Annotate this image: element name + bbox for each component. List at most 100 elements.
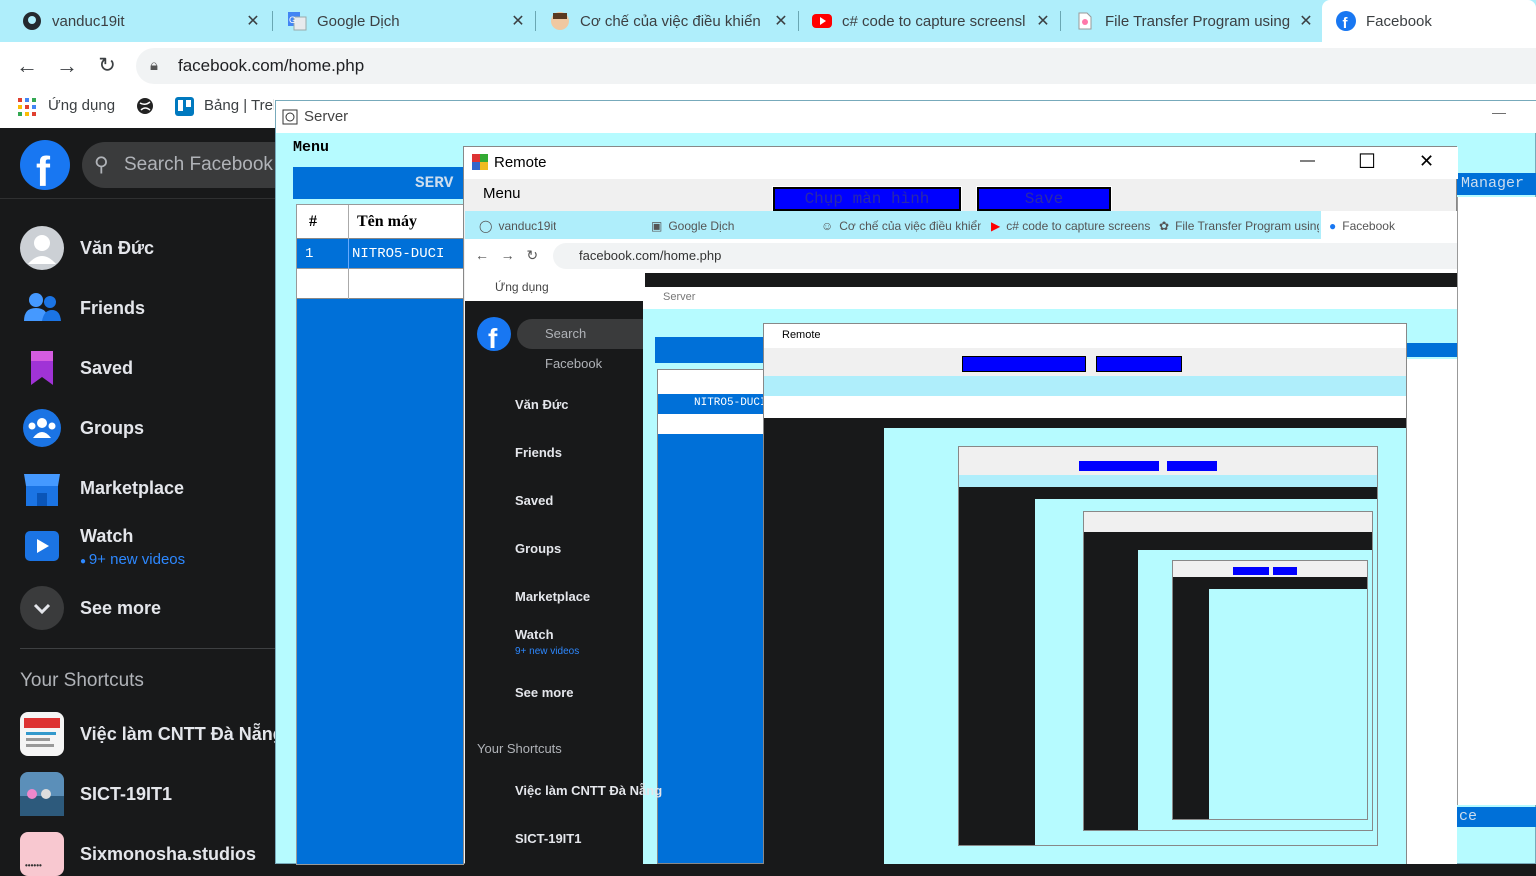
nav-label: Friends — [80, 297, 146, 318]
tab-title: Facebook — [1366, 12, 1432, 30]
tab-close-icon[interactable]: ✕ — [242, 11, 264, 31]
tab-title: vanduc19it — [52, 12, 125, 30]
captured-tab: ▶ c# code to capture screensl — [991, 219, 1151, 233]
search-placeholder: Search Facebook — [124, 154, 273, 175]
apps-grid-icon[interactable] — [18, 98, 36, 120]
nav-groups[interactable]: Groups — [20, 406, 144, 450]
remote-window: Remote — ☐ ✕ Menu Chụp màn hình Save ◯ v… — [463, 146, 1458, 864]
maximize-icon[interactable]: ☐ — [1358, 149, 1376, 174]
tab-close-icon[interactable]: ✕ — [770, 11, 792, 31]
tab-title: Google Dịch — [317, 12, 400, 30]
globe-icon[interactable] — [136, 97, 154, 119]
marketplace-icon — [20, 466, 64, 510]
tab-facebook-active[interactable]: f Facebook — [1322, 0, 1536, 42]
minimize-icon[interactable]: — — [1492, 104, 1506, 120]
tab-title: c# code to capture screensl — [842, 12, 1026, 30]
captured-tab-bar: ◯ vanduc19it ▣ Google Dịch ☺ Cơ chế của … — [465, 211, 1457, 241]
shortcut-item[interactable]: Việc làm CNTT Đà Nẵng — [20, 712, 284, 756]
shortcut-label: Sixmonosha.studios — [80, 843, 257, 864]
friends-icon — [20, 286, 64, 330]
nav-label: Groups — [80, 417, 145, 438]
tab-title: Cơ chế của việc điều khiển — [580, 12, 761, 30]
nav-see-more[interactable]: See more — [20, 586, 161, 630]
remote-menu[interactable]: Menu — [483, 185, 521, 202]
github-icon — [22, 11, 42, 31]
svg-text:G: G — [289, 15, 296, 25]
tab-title: File Transfer Program using — [1105, 12, 1291, 30]
shortcuts-heading: Your Shortcuts — [20, 670, 144, 691]
google-translate-icon: G — [287, 11, 307, 31]
close-icon[interactable]: ✕ — [1419, 151, 1434, 172]
table-cell: 1 — [305, 246, 314, 262]
column-header: Tên máy — [357, 213, 417, 230]
captured-facebook-sidebar: f Search Facebook Văn Đức Friends Saved … — [465, 301, 662, 864]
nav-label: Saved — [80, 357, 134, 378]
reload-icon[interactable]: ↻ — [94, 53, 120, 78]
table-header: # Tên máy — [297, 205, 463, 239]
table-row[interactable]: 1 NITRO5-DUCI — [297, 239, 463, 269]
svg-text:f: f — [488, 323, 498, 351]
nav-label: See more — [80, 597, 162, 618]
bookmark-apps[interactable]: Ứng dụng — [48, 97, 115, 114]
captured-tab: ☺ Cơ chế của việc điều khiển — [821, 219, 981, 233]
tab-close-icon[interactable]: ✕ — [507, 11, 529, 31]
tab-youtube[interactable]: c# code to capture screensl ✕ — [790, 0, 1060, 42]
lock-icon: 🔒︎ — [150, 57, 158, 74]
minimize-icon[interactable]: — — [1300, 152, 1315, 169]
captured-bookmarks: Ứng dụng — [465, 273, 645, 301]
tab-google-translate[interactable]: G Google Dịch ✕ — [265, 0, 535, 42]
client-table: # Tên máy 1 NITRO5-DUCI — [296, 204, 464, 865]
column-header: # — [309, 213, 317, 230]
facebook-search-input[interactable]: ⚲ Search Facebook — [82, 142, 282, 188]
back-arrow-icon[interactable]: ← — [14, 53, 40, 79]
group-thumbnail: •••••• — [20, 832, 64, 876]
address-toolbar: ← → ↻ 🔒︎ facebook.com/home.php — [0, 42, 1536, 90]
captured-tab: ▣ Google Dịch — [651, 219, 735, 233]
remote-title: Remote — [494, 154, 547, 171]
table-cell: NITRO5-DUCI — [352, 246, 445, 262]
chevron-down-icon — [20, 586, 64, 630]
search-icon: ⚲ — [94, 154, 109, 176]
url-text: facebook.com/home.php — [178, 56, 365, 75]
svg-text:f: f — [36, 148, 51, 190]
server-header-banner: SERV — [293, 167, 468, 199]
shortcut-label: Việc làm CNTT Đà Nẵng — [80, 723, 284, 744]
nav-profile[interactable]: Văn Đức — [20, 226, 154, 270]
shortcut-item[interactable]: SICT-19IT1 — [20, 772, 172, 816]
url-bar[interactable]: 🔒︎ facebook.com/home.php — [136, 48, 1536, 84]
captured-remote-window: Remote — [763, 323, 1407, 864]
youtube-icon — [812, 11, 832, 31]
nav-watch[interactable]: Watch ● 9+ new videos — [20, 524, 185, 568]
tab-github[interactable]: vanduc19it ✕ — [0, 0, 270, 42]
group-thumbnail — [20, 772, 64, 816]
facebook-icon: f — [1336, 11, 1356, 31]
bookmark-trello[interactable]: Bảng | Trel — [204, 97, 274, 114]
server-menu[interactable]: Menu — [293, 139, 329, 156]
tab-close-icon[interactable]: ✕ — [1032, 11, 1054, 31]
shortcut-item[interactable]: •••••• Sixmonosha.studios — [20, 832, 256, 876]
nav-friends[interactable]: Friends — [20, 286, 145, 330]
captured-screen-view: ◯ vanduc19it ▣ Google Dịch ☺ Cơ chế của … — [465, 211, 1457, 864]
avatar-icon — [550, 11, 570, 31]
captured-tab: ● Facebook — [1321, 211, 1457, 241]
facebook-logo-icon[interactable]: f — [20, 140, 70, 195]
trello-icon[interactable] — [175, 97, 194, 120]
tab-file-transfer[interactable]: File Transfer Program using ✕ — [1053, 0, 1323, 42]
nav-marketplace[interactable]: Marketplace — [20, 466, 184, 510]
svg-text:••••••: •••••• — [25, 861, 42, 870]
nav-saved[interactable]: Saved — [20, 346, 133, 390]
forward-arrow-icon[interactable]: → — [54, 53, 80, 79]
capture-screen-button[interactable]: Chụp màn hình — [772, 186, 962, 212]
nav-label: Marketplace — [80, 477, 185, 498]
app-icon — [282, 109, 298, 129]
tab-close-icon[interactable]: ✕ — [1295, 11, 1317, 31]
captured-address-bar: ← → ↻ facebook.com/home.php — [465, 239, 1457, 273]
server-title-bar: Server — — [276, 101, 1536, 133]
remote-title-bar: Remote — ☐ ✕ — [464, 147, 1458, 179]
facebook-sidebar: f ⚲ Search Facebook Văn Đức Friends Save… — [0, 128, 284, 876]
server-title: Server — [304, 108, 349, 125]
app-icon — [472, 154, 488, 174]
tab-article[interactable]: Cơ chế của việc điều khiển ✕ — [528, 0, 798, 42]
save-button[interactable]: Save — [976, 186, 1112, 212]
table-row-empty[interactable] — [297, 269, 463, 299]
